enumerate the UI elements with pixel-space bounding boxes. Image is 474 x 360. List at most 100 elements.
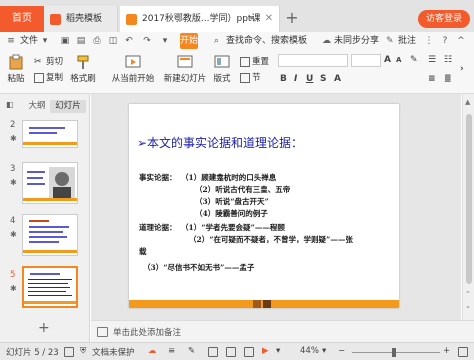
paste-button[interactable]: 粘贴 [4,54,28,84]
tab-document[interactable]: 2017秋鄂教版...学同）ppt课件 • ✕ [120,6,280,32]
sorter-view-icon[interactable] [226,347,236,357]
slide-number: 4 [10,216,16,226]
tab-start[interactable]: 开始 [180,33,198,49]
slide-thumb-5[interactable] [22,266,78,308]
redo-icon[interactable]: ↷ [142,36,152,46]
zoom-out-icon[interactable]: − [338,346,345,356]
doc-protect-status[interactable]: 文档未保护 [92,346,135,358]
current-slide[interactable]: ➢本文的事实论据和道理论据： 事实论据： （1）顾建龛杭时的口头禅息 （2）听说… [129,104,399,308]
hamburger-icon[interactable]: ≡ [6,36,16,46]
thumb-text-line [30,273,60,275]
slide-thumb-2[interactable] [22,120,78,148]
preview-icon[interactable]: ◫ [108,36,118,46]
cut-button[interactable]: ✂ 剪切 [34,56,63,68]
zoom-slider-knob[interactable] [392,348,396,357]
save-icon[interactable]: ▣ [60,36,70,46]
align-left-icon[interactable]: ≡ [428,74,436,84]
new-slide-button[interactable]: 新建幻灯片 [162,54,208,84]
thumb-text-line [29,231,63,233]
slide-thumb-3[interactable] [22,162,78,204]
italic-icon[interactable]: I [294,74,297,84]
play-current-label: 从当前开始 [111,74,155,84]
zoom-level[interactable]: 44% [300,346,319,356]
undo-icon[interactable]: ↶ [124,36,134,46]
tab-home[interactable]: 首页 [0,6,44,32]
layout-button[interactable]: 版式 [210,54,234,84]
reset-button[interactable]: 重置 [240,56,269,68]
tab-slides[interactable]: 幻灯片 [50,100,86,113]
font-family-select[interactable] [278,54,348,67]
slideshow-play-icon[interactable]: ▶ [262,346,269,356]
new-tab-button[interactable]: + [282,6,302,32]
align-center-icon[interactable]: ≣ [444,74,452,84]
slide-title[interactable]: ➢本文的事实论据和道理论据： [137,134,303,151]
play-dropdown-icon[interactable]: ▾ [276,346,280,356]
thumb-text-line [29,241,59,243]
reading-view-icon[interactable] [244,347,254,357]
format-painter-button[interactable]: 格式刷 [68,54,98,84]
font-size-select[interactable] [351,54,381,67]
slide-status-icon[interactable] [64,347,74,357]
play-current-button[interactable]: 从当前开始 [108,54,158,84]
open-icon[interactable]: ▤ [76,36,86,46]
annotation-icon[interactable]: ✎ [188,346,195,356]
bullets-icon[interactable]: ☰ [428,55,436,65]
wps-cloud-icon[interactable]: ☁ [148,346,157,356]
shrink-font-icon[interactable]: A [396,56,401,64]
grow-font-icon[interactable]: A [384,55,391,65]
tab-templates[interactable]: 稻壳模板 [44,6,118,32]
normal-view-icon[interactable] [208,347,218,357]
more-icon[interactable]: ▾ [160,36,170,46]
vertical-scrollbar[interactable]: ▲ ⌃ ⌄ [462,94,474,320]
scrollbar-thumb[interactable] [466,114,472,284]
chevron-down-icon[interactable]: ▾ [40,36,50,46]
thumb-bar [24,301,76,304]
footer-block [263,300,271,308]
fit-window-icon[interactable] [458,347,468,357]
thumb-text-line [28,287,70,288]
collapse-ribbon-icon[interactable]: ^ [456,36,466,46]
slide-thumb-4[interactable] [22,214,78,256]
layout-label: 版式 [213,74,231,84]
tab-templates-label: 稻壳模板 [66,14,103,24]
underline-icon[interactable]: U [306,74,313,84]
notes-placeholder[interactable]: 单击此处添加备注 [113,326,181,338]
login-button[interactable]: 访客登录 [418,10,470,28]
fact-label: 事实论据： [139,173,177,182]
notes-toggle-icon[interactable]: ≡ [168,346,175,356]
menu-share[interactable]: 分享 [361,34,379,48]
slide-canvas: ➢本文的事实论据和道理论据： 事实论据： （1）顾建龛杭时的口头禅息 （2）听说… [91,94,461,320]
menu-comment[interactable]: ✎ 批注 [386,34,416,48]
menu-file[interactable]: 文件 [20,34,38,48]
strikethrough-icon[interactable]: S [320,74,326,84]
reason-item: （1）“学者先要会疑”——程颐 [181,223,285,232]
numbering-icon[interactable]: ☷ [444,55,452,65]
zoom-slider[interactable] [352,352,440,353]
scroll-up-icon[interactable]: ▲ [465,98,470,106]
ribbon: 粘贴 ✂ 剪切 复制 格式刷 从当前开始 新建幻灯片 版式 重置 节 A A ✎… [0,50,474,94]
question-icon[interactable]: ? [440,36,450,46]
sync-status[interactable]: ☁ 未同步 [322,34,361,48]
notes-bar[interactable]: 单击此处添加备注 [91,320,474,342]
tab-outline[interactable]: 大纲 [26,100,48,113]
more-dots-icon[interactable]: ⋮ [424,36,434,46]
section-button[interactable]: 节 [240,72,261,84]
layout-icon [214,55,230,68]
panel-collapse-icon[interactable]: ◧ [6,100,14,109]
add-slide-button[interactable]: + [38,320,50,336]
scroll-page-down-icon[interactable]: ⌄ [465,302,471,310]
zoom-in-icon[interactable]: + [443,346,450,356]
scroll-page-up-icon[interactable]: ⌃ [465,290,471,298]
ribbon-scroll-icon[interactable]: › [460,64,464,74]
command-search[interactable]: ⌕ 查找命令、搜索模板 [214,34,307,48]
font-color-icon[interactable]: A [334,74,341,84]
close-tab-icon[interactable]: ✕ [265,6,273,32]
copy-button[interactable]: 复制 [34,72,63,84]
zoom-dropdown-icon[interactable]: ▾ [322,346,326,356]
print-icon[interactable]: ⎙ [92,36,102,46]
bold-icon[interactable]: B [280,74,287,84]
fact-item: （3）听说“盘古开天” [195,197,269,206]
thumb-text-line [28,283,68,284]
clear-format-icon[interactable]: ✎ [410,55,418,65]
fact-item: （4）陵霸善问的例子 [195,209,268,218]
